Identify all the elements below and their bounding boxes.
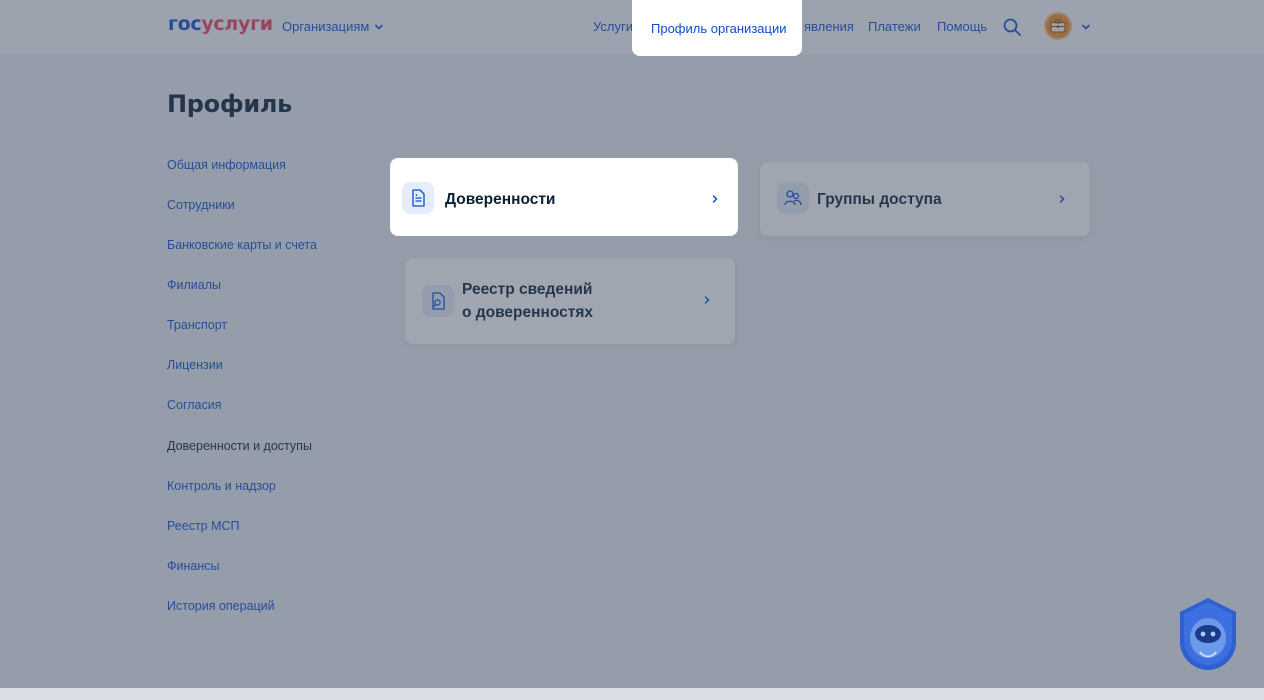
search-document-icon (432, 292, 445, 310)
nav-statements[interactable]: явления (804, 19, 854, 34)
assistant-button[interactable] (1176, 596, 1240, 672)
access-groups-label: Группы доступа (817, 191, 942, 208)
chevron-right-icon (1059, 195, 1065, 203)
search-icon[interactable] (1002, 17, 1022, 37)
sidebar-item-control[interactable]: Контроль и надзор (167, 479, 276, 493)
sidebar-item-finances[interactable]: Финансы (167, 559, 219, 573)
assistant-robot-icon (1180, 598, 1236, 670)
nav-help[interactable]: Помощь (937, 19, 987, 34)
sidebar-item-general-info[interactable]: Общая информация (167, 158, 286, 172)
sidebar-item-licenses[interactable]: Лицензии (167, 358, 223, 372)
sidebar-item-msp-registry[interactable]: Реестр МСП (167, 519, 240, 533)
powers-of-attorney-card[interactable]: Доверенности (390, 158, 738, 236)
bottom-strip (0, 688, 1264, 700)
people-icon (784, 190, 802, 206)
access-groups-icon-box (777, 182, 809, 214)
document-icon (412, 189, 425, 207)
powers-of-attorney-label: Доверенности (445, 191, 556, 208)
nav-payments[interactable]: Платежи (868, 19, 921, 34)
organization-avatar[interactable] (1044, 12, 1072, 40)
logo-part-gos: гос (168, 13, 202, 35)
poa-registry-icon-box (422, 285, 454, 317)
poa-registry-label-line2: о доверенностях (462, 304, 593, 321)
chevron-down-icon (375, 24, 384, 29)
sidebar-item-operations-history[interactable]: История операций (167, 599, 275, 613)
nav-services[interactable]: Услуги (593, 19, 633, 34)
poa-registry-label-line1: Реестр сведений (462, 281, 593, 298)
organizations-menu[interactable]: Организациям (282, 19, 385, 34)
nav-org-profile[interactable]: Профиль организации (651, 21, 786, 36)
sidebar-item-powers-and-access[interactable]: Доверенности и доступы (167, 439, 312, 453)
sidebar-item-transport[interactable]: Транспорт (167, 318, 227, 332)
briefcase-icon (1050, 19, 1066, 33)
page-title: Профиль (167, 90, 293, 118)
sidebar-item-bank-cards[interactable]: Банковские карты и счета (167, 238, 317, 252)
chevron-right-icon (704, 296, 710, 304)
chevron-down-icon[interactable] (1080, 21, 1092, 33)
logo-part-uslugi: услуги (201, 13, 273, 35)
sidebar-item-employees[interactable]: Сотрудники (167, 198, 235, 212)
powers-of-attorney-icon-box (402, 182, 434, 214)
chevron-right-icon (712, 195, 718, 203)
sidebar-item-branches[interactable]: Филиалы (167, 278, 221, 292)
access-groups-card[interactable]: Группы доступа (760, 162, 1090, 236)
poa-registry-card[interactable]: Реестр сведений о доверенностях (405, 258, 735, 344)
poa-registry-label: Реестр сведений о доверенностях (462, 278, 593, 324)
organizations-menu-label: Организациям (282, 19, 370, 34)
gosuslugi-logo[interactable]: госуслуги (168, 13, 273, 35)
sidebar-item-consents[interactable]: Согласия (167, 398, 222, 412)
